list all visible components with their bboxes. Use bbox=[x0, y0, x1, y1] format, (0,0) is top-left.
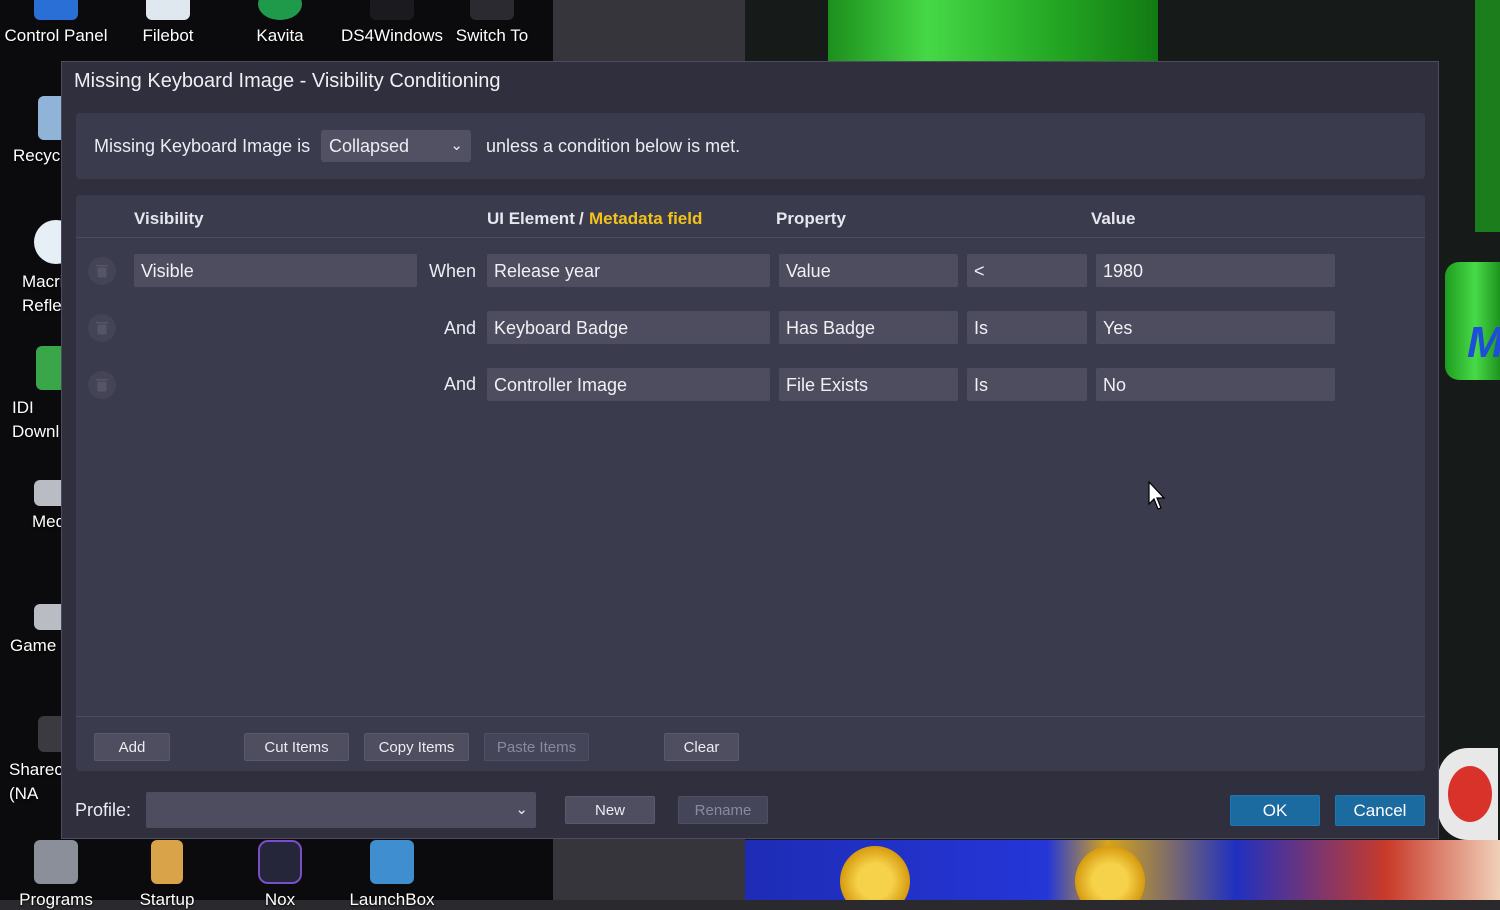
trash-icon bbox=[96, 322, 108, 335]
visibility-conditioning-dialog: Missing Keyboard Image - Visibility Cond… bbox=[61, 61, 1439, 839]
visibility-field[interactable]: Visible bbox=[134, 254, 417, 287]
kavita-icon bbox=[258, 0, 302, 20]
clear-button[interactable]: Clear bbox=[664, 733, 739, 761]
panel-footer-divider bbox=[76, 716, 1425, 717]
desktop-icon-switch-to[interactable]: Switch To bbox=[454, 0, 530, 46]
row-conjunction: When bbox=[428, 261, 476, 281]
control-panel-icon bbox=[34, 0, 78, 20]
value-field[interactable]: No bbox=[1096, 368, 1335, 401]
chevron-down-icon: ⌄ bbox=[450, 137, 463, 154]
header-metadata-field: Metadata field bbox=[589, 209, 703, 228]
dialog-title: Missing Keyboard Image - Visibility Cond… bbox=[74, 70, 501, 92]
gamepad-icon bbox=[370, 0, 414, 20]
mouse-cursor-icon bbox=[1148, 481, 1166, 510]
condition-bar: Missing Keyboard Image is Collapsed ⌄ un… bbox=[76, 113, 1425, 179]
nox-icon bbox=[258, 840, 302, 884]
header-value: Value bbox=[1091, 209, 1136, 228]
profile-dropdown[interactable]: ⌄ bbox=[146, 792, 536, 828]
red-badge-decoration bbox=[1438, 748, 1498, 840]
property-field[interactable]: Has Badge bbox=[779, 311, 958, 344]
launchbox-icon bbox=[370, 840, 414, 884]
desktop-icon-filebot[interactable]: Filebot bbox=[127, 0, 209, 46]
value-field[interactable]: Yes bbox=[1096, 311, 1335, 344]
delete-row-button[interactable] bbox=[88, 257, 116, 285]
row-conjunction: And bbox=[443, 374, 476, 394]
operator-field[interactable]: Is bbox=[967, 368, 1087, 401]
element-field[interactable]: Keyboard Badge bbox=[487, 311, 770, 344]
conditions-panel: Visibility UI Element / Metadata field P… bbox=[76, 195, 1425, 771]
add-button[interactable]: Add bbox=[94, 733, 170, 761]
header-property: Property bbox=[776, 209, 846, 228]
filebot-icon bbox=[146, 0, 190, 20]
header-separator: / bbox=[579, 209, 584, 228]
trash-icon bbox=[96, 379, 108, 392]
value-field[interactable]: 1980 bbox=[1096, 254, 1335, 287]
desktop-icon-ds4windows[interactable]: DS4Windows bbox=[338, 0, 446, 46]
header-ui-element: UI Element bbox=[487, 209, 575, 228]
condition-suffix: unless a condition below is met. bbox=[486, 136, 741, 156]
operator-field[interactable]: < bbox=[967, 254, 1087, 287]
cancel-button[interactable]: Cancel bbox=[1335, 795, 1425, 826]
copy-items-button[interactable]: Copy Items bbox=[364, 733, 469, 761]
header-divider bbox=[76, 237, 1425, 238]
row-conjunction: And bbox=[443, 318, 476, 338]
paste-items-button[interactable]: Paste Items bbox=[484, 733, 589, 761]
new-profile-button[interactable]: New bbox=[565, 796, 655, 824]
switch-icon bbox=[470, 0, 514, 20]
header-visibility: Visibility bbox=[134, 209, 204, 228]
element-field[interactable]: Controller Image bbox=[487, 368, 770, 401]
property-field[interactable]: File Exists bbox=[779, 368, 958, 401]
default-state-dropdown[interactable]: Collapsed ⌄ bbox=[321, 130, 471, 162]
condition-prefix: Missing Keyboard Image is bbox=[94, 136, 311, 156]
green-pipe-right bbox=[1475, 0, 1500, 232]
game-logo-letter: M bbox=[1467, 318, 1500, 367]
default-state-value: Collapsed bbox=[329, 136, 410, 156]
ok-button[interactable]: OK bbox=[1230, 795, 1320, 826]
desktop-icon-control-panel[interactable]: Control Panel bbox=[4, 0, 108, 46]
profile-label: Profile: bbox=[75, 800, 132, 820]
delete-row-button[interactable] bbox=[88, 371, 116, 399]
programs-icon bbox=[34, 840, 78, 884]
desktop-icon-kavita[interactable]: Kavita bbox=[240, 0, 320, 46]
chevron-down-icon: ⌄ bbox=[515, 801, 528, 818]
startup-icon bbox=[151, 840, 183, 884]
operator-field[interactable]: Is bbox=[967, 311, 1087, 344]
element-field[interactable]: Release year bbox=[487, 254, 770, 287]
trash-icon bbox=[96, 265, 108, 278]
green-pipe-top bbox=[828, 0, 1158, 62]
cut-items-button[interactable]: Cut Items bbox=[244, 733, 349, 761]
delete-row-button[interactable] bbox=[88, 314, 116, 342]
rename-profile-button[interactable]: Rename bbox=[678, 796, 768, 824]
property-field[interactable]: Value bbox=[779, 254, 958, 287]
